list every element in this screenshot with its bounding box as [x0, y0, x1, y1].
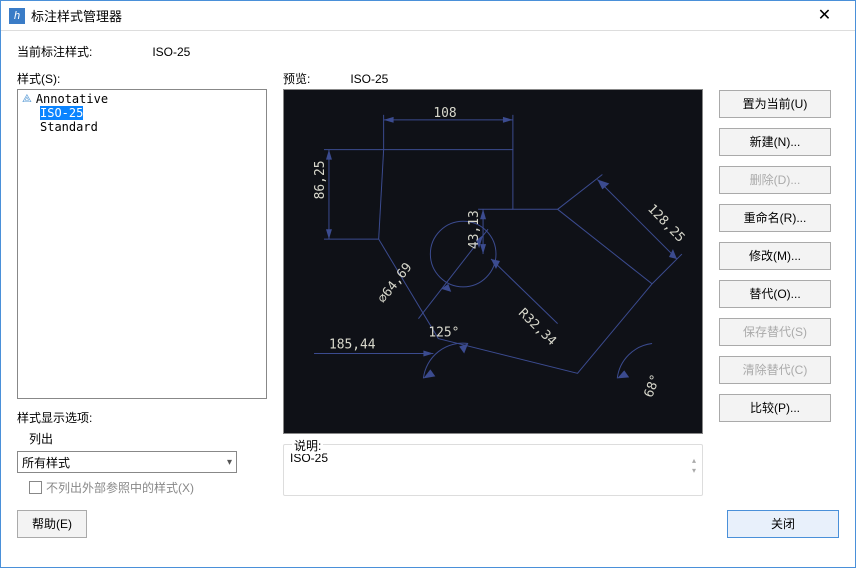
current-style-label: 当前标注样式: [17, 43, 92, 60]
rename-button[interactable]: 重命名(R)... [719, 204, 831, 232]
compare-button[interactable]: 比较(P)... [719, 394, 831, 422]
filter-combo[interactable]: 所有样式 ▾ [17, 451, 237, 473]
dim-angle: 125° [428, 326, 459, 341]
set-current-button[interactable]: 置为当前(U) [719, 90, 831, 118]
close-button[interactable]: 关闭 [727, 510, 839, 538]
combo-value: 所有样式 [22, 454, 70, 471]
dim-leftbot: 185,44 [329, 337, 376, 352]
dim-vert: 43,13 [467, 210, 482, 249]
dim-left: 86,25 [313, 161, 328, 200]
dialog-window: h 标注样式管理器 ✕ 当前标注样式: ISO-25 样式(S): ⟁ Anno… [0, 0, 856, 568]
list-item[interactable]: ⟁ Annotative [20, 92, 264, 106]
description-legend: 说明: [292, 437, 323, 454]
override-button[interactable]: 替代(O)... [719, 280, 831, 308]
delete-button: 删除(D)... [719, 166, 831, 194]
window-title: 标注样式管理器 [31, 6, 802, 25]
current-style-value: ISO-25 [152, 45, 190, 59]
save-override-button: 保存替代(S) [719, 318, 831, 346]
close-icon[interactable]: ✕ [802, 2, 847, 30]
checkbox-label: 不列出外部参照中的样式(X) [46, 479, 194, 496]
clear-override-button: 清除替代(C) [719, 356, 831, 384]
titlebar: h 标注样式管理器 ✕ [1, 1, 855, 31]
preview-label: 预览: [283, 70, 310, 87]
list-item[interactable]: Standard [20, 120, 264, 134]
xref-checkbox-row[interactable]: 不列出外部参照中的样式(X) [29, 479, 267, 496]
annotative-icon: ⟁ [22, 92, 32, 106]
modify-button[interactable]: 修改(M)... [719, 242, 831, 270]
help-button[interactable]: 帮助(E) [17, 510, 87, 538]
styles-label: 样式(S): [17, 72, 60, 86]
content-area: 当前标注样式: ISO-25 样式(S): ⟁ Annotative ISO-2… [1, 31, 855, 550]
checkbox-icon [29, 481, 42, 494]
list-item[interactable]: ISO-25 [20, 106, 264, 120]
app-icon: h [9, 8, 25, 24]
display-options-label: 样式显示选项: [17, 409, 267, 426]
dim-rad: R32,34 [515, 306, 559, 349]
new-button[interactable]: 新建(N)... [719, 128, 831, 156]
spinner-icon[interactable]: ▴▾ [692, 457, 696, 475]
description-box: 说明: ISO-25 ▴▾ [283, 444, 703, 496]
dim-top: 108 [433, 106, 456, 121]
preview-style-name: ISO-25 [350, 72, 388, 86]
preview-box: 108 86,25 185,44 [283, 89, 703, 434]
list-label: 列出 [29, 430, 267, 447]
dim-right: 128,25 [644, 202, 687, 246]
chevron-down-icon: ▾ [227, 457, 232, 468]
styles-listbox[interactable]: ⟁ Annotative ISO-25 Standard [17, 89, 267, 399]
dim-rightang: 68° [642, 373, 664, 400]
